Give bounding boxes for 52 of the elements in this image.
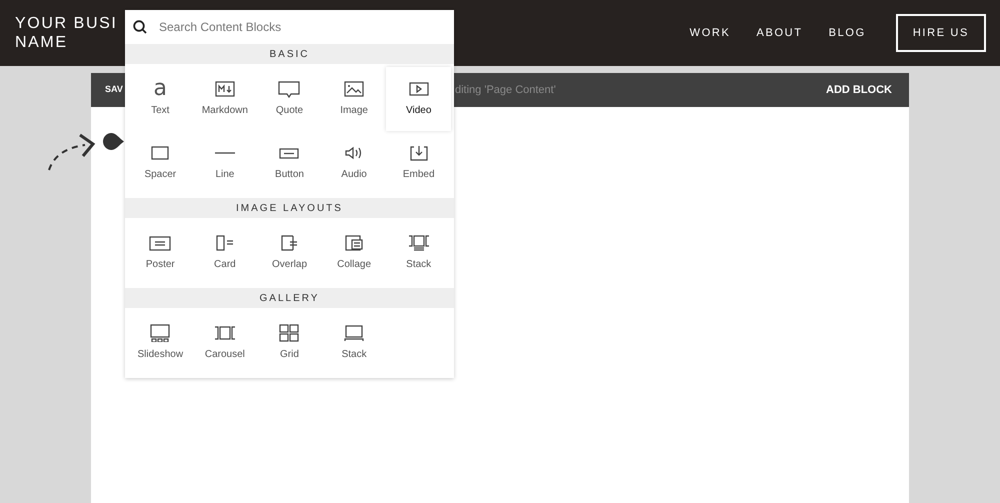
block-option[interactable]: Slideshow xyxy=(128,311,193,375)
nav-link[interactable]: BLOG xyxy=(828,24,866,42)
search-icon xyxy=(133,20,147,34)
block-option[interactable]: Embed xyxy=(386,131,451,195)
block-option[interactable]: Stack xyxy=(386,221,451,285)
stack-layout-icon xyxy=(408,234,430,252)
grid-icon xyxy=(278,324,300,342)
block-option[interactable]: a Text xyxy=(128,67,193,131)
section-header: IMAGE LAYOUTS xyxy=(125,198,454,218)
square-icon xyxy=(149,144,172,162)
hire-us-button[interactable]: HIRE US xyxy=(896,14,986,52)
carousel-icon xyxy=(214,324,236,342)
image-icon xyxy=(343,80,366,98)
search-field[interactable]: Search Content Blocks xyxy=(125,10,454,44)
slideshow-icon xyxy=(149,324,172,342)
collage-icon xyxy=(343,234,366,252)
line-icon xyxy=(214,152,236,154)
block-option[interactable]: Quote xyxy=(257,67,322,131)
section-header: GALLERY xyxy=(125,288,454,308)
block-option[interactable]: Overlap xyxy=(257,221,322,285)
editing-status: diting 'Page Content' xyxy=(455,82,556,98)
dashed-arrow-icon xyxy=(47,133,96,171)
site-title[interactable]: YOUR BUSI xyxy=(15,14,118,33)
block-option[interactable]: Carousel xyxy=(192,311,258,375)
block-option[interactable]: Stack xyxy=(322,311,386,375)
block-option[interactable]: Image xyxy=(322,67,386,131)
block-option[interactable]: Video xyxy=(386,67,451,131)
block-option[interactable]: Card xyxy=(192,221,258,285)
search-input[interactable]: Search Content Blocks xyxy=(159,18,446,36)
block-option[interactable]: Line xyxy=(192,131,258,195)
nav-link[interactable]: ABOUT xyxy=(756,24,803,42)
stack-gallery-icon xyxy=(343,324,366,342)
block-option[interactable]: Collage xyxy=(322,221,386,285)
video-icon xyxy=(408,80,430,98)
block-option[interactable]: Button xyxy=(257,131,322,195)
text-icon: a xyxy=(154,80,168,98)
card-icon xyxy=(214,234,236,252)
insertion-point-icon xyxy=(103,133,125,150)
block-option[interactable]: Markdown xyxy=(192,67,258,131)
speech-bubble-icon xyxy=(278,80,300,98)
section-header: BASIC xyxy=(125,44,454,64)
block-option[interactable]: Grid xyxy=(257,311,322,375)
site-title[interactable]: NAME xyxy=(15,33,68,52)
poster-icon xyxy=(149,234,172,252)
block-option[interactable]: Poster xyxy=(128,221,193,285)
add-block-button[interactable]: ADD BLOCK xyxy=(826,82,892,98)
nav-link[interactable]: WORK xyxy=(690,24,730,42)
block-option[interactable]: Audio xyxy=(322,131,386,195)
embed-icon xyxy=(408,144,430,162)
save-button[interactable]: SAV xyxy=(105,83,123,97)
markdown-icon xyxy=(214,80,236,98)
block-option[interactable]: Spacer xyxy=(128,131,193,195)
